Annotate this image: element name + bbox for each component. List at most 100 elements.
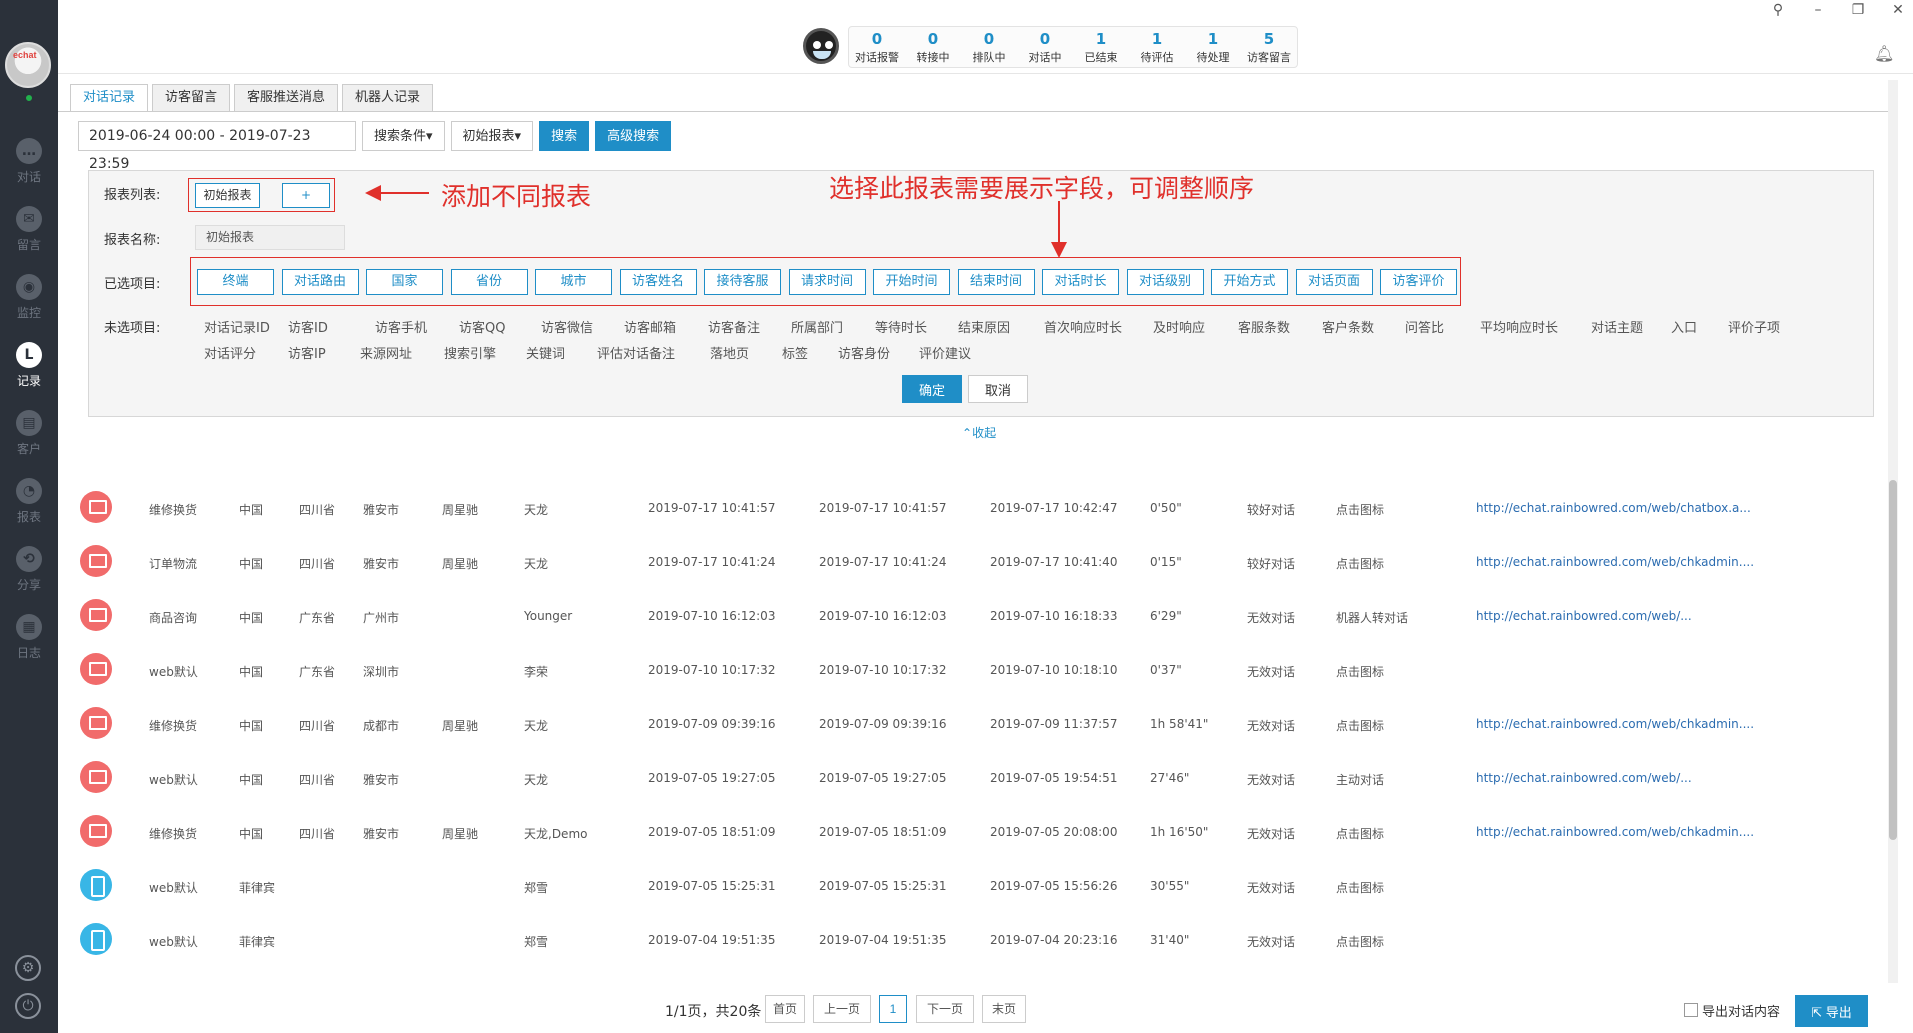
cell-request: 2019-07-17 10:41:57 bbox=[648, 501, 776, 515]
sidebar: echat … 对话 ✉ 留言 ◉ 监控 L 记录 ▤ 客户 ◔ 报表 ⟲ 分享 ▦ 日志 ⚙ ⏻ bbox=[0, 0, 58, 1033]
status-counter[interactable]: 0 排队中 bbox=[961, 27, 1017, 67]
report-config-panel: 报表列表: 初始报表 + 报表名称: 初始报表 已选项目: 终端 对话路由 国家 省份… bbox=[88, 170, 1874, 417]
cell-city: 雅安市 bbox=[363, 503, 400, 517]
status-counter[interactable]: 1 已结束 bbox=[1073, 27, 1129, 67]
pin-icon[interactable]: ⚲ bbox=[1768, 2, 1788, 18]
cell-city: 雅安市 bbox=[363, 827, 400, 841]
status-counter[interactable]: 0 对话中 bbox=[1017, 27, 1073, 67]
tab-2[interactable]: 客服推送消息 bbox=[234, 84, 339, 111]
table-row[interactable]: 商品咨询 中国 广东省 广州市 Younger 2019-07-10 16:12:03 20… bbox=[58, 589, 1888, 643]
prev-page-button[interactable]: 上一页 bbox=[813, 995, 871, 1023]
cell-page[interactable]: http://echat.rainbowred.com/web/chkadmin… bbox=[1476, 825, 1754, 839]
tab-1[interactable]: 访客留言 bbox=[152, 84, 231, 111]
cell-duration: 30'55" bbox=[1150, 879, 1190, 893]
status-counter[interactable]: 1 待评估 bbox=[1129, 27, 1185, 67]
scrollbar[interactable] bbox=[1888, 80, 1898, 983]
cell-agent: 周星驰 bbox=[442, 719, 479, 733]
tab-bar: 对话记录 访客留言 客服推送消息 机器人记录 bbox=[70, 84, 437, 112]
cell-agent: 周星驰 bbox=[442, 503, 479, 517]
last-page-button[interactable]: 末页 bbox=[982, 995, 1026, 1023]
counter-label: 待处理 bbox=[1196, 51, 1230, 64]
cell-start: 2019-07-17 10:41:24 bbox=[819, 555, 947, 569]
table-row[interactable]: 订单物流 中国 四川省 雅安市 周星驰 天龙 2019-07-17 10:41:24 2019… bbox=[58, 535, 1888, 589]
cell-duration: 31'40" bbox=[1150, 933, 1190, 947]
user-avatar[interactable]: echat bbox=[5, 42, 51, 88]
cell-province: 广东省 bbox=[299, 665, 336, 679]
sidebar-item-4[interactable]: ▤ 客户 bbox=[0, 402, 58, 466]
scrollbar-thumb[interactable] bbox=[1889, 480, 1897, 840]
status-counter[interactable]: 0 转接中 bbox=[905, 27, 961, 67]
search-conditions-dropdown[interactable]: 搜索条件▾ bbox=[362, 121, 445, 151]
table-row[interactable]: 维修换货 中国 四川省 雅安市 周星驰 天龙 2019-07-17 10:41:57 2019… bbox=[58, 481, 1888, 535]
cell-level: 无效对话 bbox=[1247, 881, 1296, 895]
table-row[interactable]: 维修换货 中国 四川省 雅安市 周星驰 天龙,Demo 2019-07-05 18:51:0… bbox=[58, 805, 1888, 859]
report-select-dropdown[interactable]: 初始报表▾ bbox=[450, 121, 534, 151]
sidebar-item-3[interactable]: L 记录 bbox=[0, 334, 58, 398]
collapse-link[interactable]: ⌃收起 bbox=[962, 424, 996, 441]
pie-chart-icon: ◔ bbox=[16, 478, 42, 504]
mobile-icon bbox=[80, 869, 112, 901]
settings-icon[interactable]: ⚙ bbox=[15, 955, 41, 981]
tab-3[interactable]: 机器人记录 bbox=[342, 84, 434, 111]
tab-0[interactable]: 对话记录 bbox=[70, 84, 149, 112]
cell-province: 四川省 bbox=[299, 773, 336, 787]
clipboard-icon: ▦ bbox=[16, 614, 42, 640]
counter-value: 1 bbox=[1207, 30, 1219, 48]
close-icon[interactable]: ✕ bbox=[1888, 2, 1908, 18]
sidebar-item-0[interactable]: … 对话 bbox=[0, 130, 58, 194]
restore-icon[interactable]: ❐ bbox=[1848, 2, 1868, 18]
status-counter[interactable]: 0 对话报警 bbox=[849, 27, 905, 67]
cell-page[interactable]: http://echat.rainbowred.com/web/chkadmin… bbox=[1476, 717, 1754, 731]
counter-label: 排队中 bbox=[972, 51, 1006, 64]
cell-page[interactable]: http://echat.rainbowred.com/web/chatbox.… bbox=[1476, 501, 1751, 515]
status-counter[interactable]: 1 待处理 bbox=[1185, 27, 1241, 67]
cell-request: 2019-07-05 15:25:31 bbox=[648, 879, 776, 893]
next-page-button[interactable]: 下一页 bbox=[916, 995, 974, 1023]
cell-visitor: Younger bbox=[524, 609, 573, 623]
sidebar-item-1[interactable]: ✉ 留言 bbox=[0, 198, 58, 262]
cell-route: 商品咨询 bbox=[149, 611, 198, 625]
table-row[interactable]: web默认 中国 广东省 深圳市 李荣 2019-07-10 10:17:32 2019-0… bbox=[58, 643, 1888, 697]
cell-start: 2019-07-04 19:51:35 bbox=[819, 933, 947, 947]
advanced-search-button[interactable]: 高级搜索 bbox=[595, 121, 672, 151]
cell-province: 广东省 bbox=[299, 611, 336, 625]
search-button[interactable]: 搜索 bbox=[539, 121, 590, 151]
cell-end: 2019-07-09 11:37:57 bbox=[990, 717, 1118, 731]
table-row[interactable]: 维修换货 中国 四川省 成都市 周星驰 天龙 2019-07-09 09:39:16 2019… bbox=[58, 697, 1888, 751]
export-button[interactable]: ⇱ 导出 bbox=[1795, 995, 1868, 1027]
sidebar-item-2[interactable]: ◉ 监控 bbox=[0, 266, 58, 330]
pagination-info: 1/1页，共20条 bbox=[665, 1004, 762, 1020]
current-page-button[interactable]: 1 bbox=[879, 995, 907, 1023]
cell-city: 广州市 bbox=[363, 611, 400, 625]
cell-country: 中国 bbox=[239, 773, 264, 787]
cell-province: 四川省 bbox=[299, 503, 336, 517]
bell-icon[interactable]: 🔔︎ bbox=[1874, 44, 1894, 63]
cell-page[interactable]: http://echat.rainbowred.com/web/... bbox=[1476, 609, 1692, 623]
sidebar-item-6[interactable]: ⟲ 分享 bbox=[0, 538, 58, 602]
cell-duration: 27'46" bbox=[1150, 771, 1190, 785]
table-row[interactable]: web默认 菲律宾 郑雪 2019-07-05 15:25:31 2019-07-05 … bbox=[58, 859, 1888, 913]
export-content-checkbox[interactable] bbox=[1684, 1003, 1698, 1017]
sidebar-item-7[interactable]: ▦ 日志 bbox=[0, 606, 58, 670]
cell-page[interactable]: http://echat.rainbowred.com/web/chkadmin… bbox=[1476, 555, 1754, 569]
chat-bubble-icon: … bbox=[16, 138, 42, 164]
cell-page[interactable]: http://echat.rainbowred.com/web/... bbox=[1476, 771, 1692, 785]
status-counter[interactable]: 5 访客留言 bbox=[1241, 27, 1297, 67]
footer: 1/1页，共20条 首页 上一页 1 下一页 末页 导出对话内容 ⇱ 导出 bbox=[58, 988, 1913, 1033]
table-row[interactable]: web默认 菲律宾 郑雪 2019-07-04 19:51:35 2019-07-04 … bbox=[58, 913, 1888, 967]
cell-agent: 周星驰 bbox=[442, 827, 479, 841]
annotation-arrows bbox=[365, 185, 1067, 258]
sidebar-item-5[interactable]: ◔ 报表 bbox=[0, 470, 58, 534]
sidebar-item-label: 客户 bbox=[16, 442, 41, 456]
counter-value: 0 bbox=[983, 30, 995, 48]
first-page-button[interactable]: 首页 bbox=[765, 995, 805, 1023]
cell-request: 2019-07-17 10:41:24 bbox=[648, 555, 776, 569]
power-icon[interactable]: ⏻ bbox=[15, 993, 41, 1019]
cell-route: 维修换货 bbox=[149, 719, 198, 733]
desktop-icon bbox=[80, 491, 112, 523]
minimize-icon[interactable]: – bbox=[1808, 2, 1828, 18]
table-row[interactable]: web默认 中国 四川省 雅安市 天龙 2019-07-05 19:27:05 2019-0… bbox=[58, 751, 1888, 805]
desktop-icon bbox=[80, 761, 112, 793]
date-range-input[interactable]: 2019-06-24 00:00 - 2019-07-23 23:59 bbox=[78, 121, 356, 172]
collapse-label: 收起 bbox=[972, 426, 997, 440]
